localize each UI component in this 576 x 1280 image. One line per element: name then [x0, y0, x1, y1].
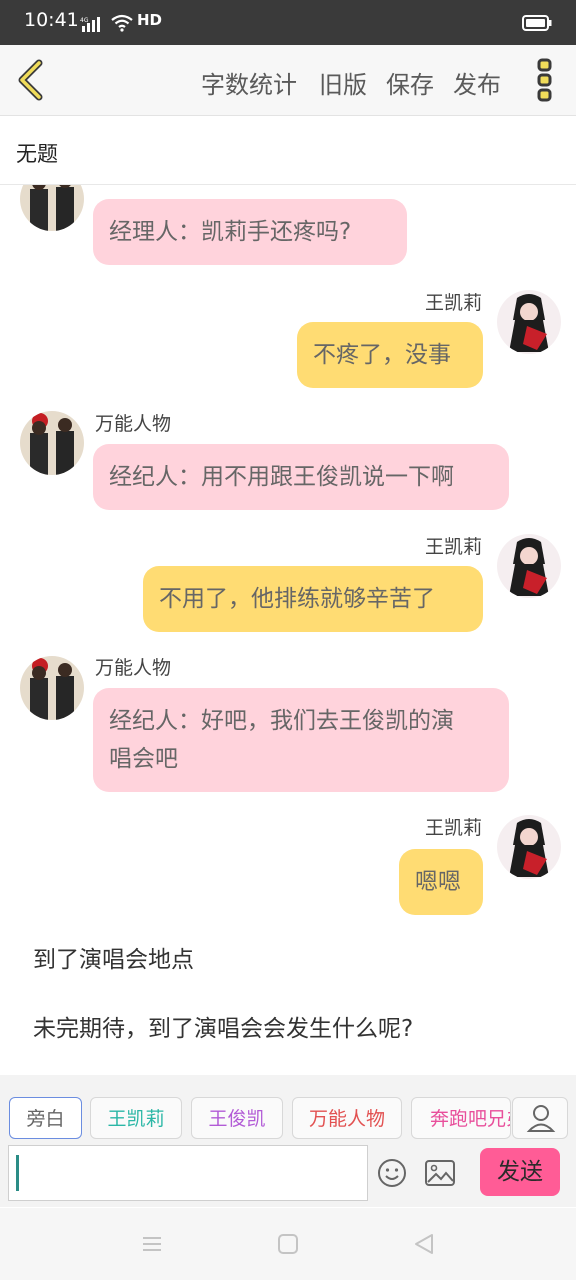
- avatar[interactable]: [20, 656, 84, 720]
- character-chip[interactable]: 王凯莉: [90, 1097, 182, 1139]
- message-bubble[interactable]: 经纪人：好吧，我们去王俊凯的演 唱会吧: [93, 688, 509, 792]
- back-triangle-icon[interactable]: [412, 1232, 436, 1256]
- sender-name: 万能人物: [95, 657, 172, 679]
- avatar[interactable]: [497, 815, 561, 879]
- hd-indicator: HD: [137, 11, 163, 29]
- title-bar: 无题: [0, 116, 576, 185]
- avatar[interactable]: [20, 411, 84, 475]
- status-bar: 10:41 4G HD: [0, 0, 576, 45]
- character-chip[interactable]: 王俊凯: [191, 1097, 283, 1139]
- character-chip[interactable]: 奔跑吧兄弟: [411, 1097, 511, 1139]
- sender-name: 万能人物: [95, 413, 172, 435]
- sender-name: 王凯莉: [424, 292, 482, 314]
- composer-bar: 发送: [0, 1145, 576, 1207]
- message-bubble[interactable]: 不疼了，没事: [297, 322, 483, 388]
- image-icon[interactable]: [424, 1159, 456, 1187]
- user-button[interactable]: [512, 1097, 568, 1139]
- word-count-button[interactable]: 字数统计: [201, 65, 297, 100]
- chat-area[interactable]: 经理人：凯莉手还疼吗? 王凯莉 不疼了，没事 万能人物 经纪人：用不用跟王俊凯说…: [0, 185, 576, 1073]
- smiley-icon[interactable]: [376, 1157, 408, 1189]
- message-line: 唱会吧: [109, 746, 178, 772]
- avatar[interactable]: [497, 290, 561, 354]
- home-icon[interactable]: [276, 1232, 300, 1256]
- document-title[interactable]: 无题: [16, 138, 58, 168]
- battery-icon: [522, 15, 552, 31]
- status-time: 10:41: [24, 9, 79, 31]
- menu-icon[interactable]: [140, 1232, 164, 1256]
- chevron-left-icon[interactable]: [12, 57, 52, 103]
- user-icon: [526, 1105, 556, 1132]
- editor-toolbar: 字数统计 旧版 保存 发布: [0, 45, 576, 116]
- send-button[interactable]: 发送: [480, 1148, 560, 1196]
- message-bubble[interactable]: 嗯嗯: [399, 849, 483, 915]
- cell-signal-icon: 4G: [80, 17, 100, 32]
- avatar[interactable]: [20, 185, 84, 231]
- character-chip[interactable]: 万能人物: [292, 1097, 402, 1139]
- narration-text[interactable]: 未完期待，到了演唱会会发生什么呢?: [33, 1009, 413, 1043]
- sender-name: 王凯莉: [424, 536, 482, 558]
- character-chip-narrator[interactable]: 旁白: [9, 1097, 82, 1139]
- message-input[interactable]: [8, 1145, 368, 1201]
- avatar[interactable]: [497, 534, 561, 598]
- save-button[interactable]: 保存: [386, 65, 434, 100]
- message-bubble[interactable]: 经纪人：用不用跟王俊凯说一下啊: [93, 444, 509, 510]
- system-nav-bar: [0, 1208, 576, 1280]
- message-line: 经纪人：好吧，我们去王俊凯的演: [109, 708, 454, 734]
- sender-name: 王凯莉: [424, 817, 482, 839]
- text-caret: [16, 1155, 19, 1191]
- old-version-button[interactable]: 旧版: [319, 65, 367, 100]
- message-bubble[interactable]: 经理人：凯莉手还疼吗?: [93, 199, 407, 265]
- more-vertical-icon[interactable]: [532, 56, 558, 104]
- message-bubble[interactable]: 不用了，他排练就够辛苦了: [143, 566, 483, 632]
- character-selector: 旁白 王凯莉 王俊凯 万能人物 奔跑吧兄弟: [0, 1075, 576, 1145]
- wifi-icon: [111, 14, 133, 32]
- network-type: 4G: [80, 17, 89, 24]
- narration-text[interactable]: 到了演唱会地点: [33, 940, 194, 974]
- publish-button[interactable]: 发布: [453, 65, 501, 100]
